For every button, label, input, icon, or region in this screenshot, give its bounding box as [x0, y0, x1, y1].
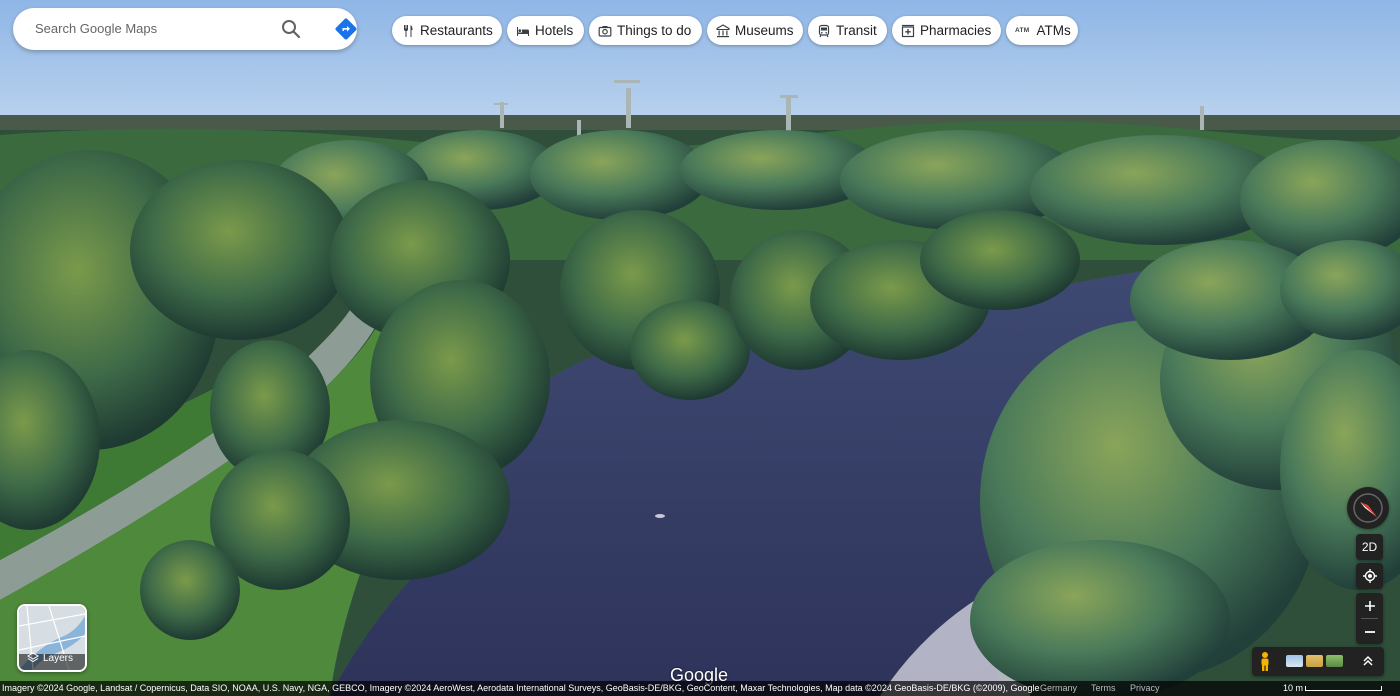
search-icon[interactable]: [279, 17, 303, 41]
museum-icon: [716, 23, 730, 37]
hotel-icon: [517, 26, 529, 36]
zoom-control: [1356, 593, 1383, 644]
layers-icon: [27, 652, 39, 663]
compass-icon: [1353, 493, 1383, 523]
transit-icon: [818, 24, 830, 37]
zoom-out-button[interactable]: [1356, 619, 1383, 644]
chip-hotels[interactable]: Hotels: [507, 16, 584, 45]
map-3d-view[interactable]: [0, 0, 1400, 696]
search-input[interactable]: Search Google Maps: [35, 21, 157, 36]
pegman-icon[interactable]: [1257, 651, 1273, 673]
chip-label: Transit: [836, 23, 877, 38]
chip-restaurants[interactable]: Restaurants: [392, 16, 502, 45]
atm-icon: ATM: [1015, 27, 1030, 34]
chip-label: Hotels: [535, 23, 574, 38]
privacy-link[interactable]: Privacy: [1130, 683, 1160, 693]
restaurant-icon: [404, 24, 413, 37]
search-box[interactable]: Search Google Maps: [13, 8, 357, 50]
map-type-terrain-thumbnail[interactable]: [1306, 655, 1323, 667]
chip-transit[interactable]: Transit: [808, 16, 887, 45]
chip-label: Things to do: [617, 23, 692, 38]
chevron-up-icon[interactable]: [1360, 653, 1376, 669]
zoom-in-button[interactable]: [1356, 593, 1383, 618]
terms-link[interactable]: Terms: [1091, 683, 1116, 693]
location-icon: [1362, 569, 1377, 583]
attribution-text: Imagery ©2024 Google, Landsat / Copernic…: [2, 683, 1040, 693]
chip-things-to-do[interactable]: Things to do: [589, 16, 702, 45]
scale-label[interactable]: 10 m: [1283, 683, 1303, 693]
chip-label: Museums: [735, 23, 794, 38]
my-location-button[interactable]: [1356, 563, 1383, 589]
bottom-tray: [1252, 647, 1384, 676]
compass-button[interactable]: [1347, 487, 1389, 529]
scale-bar: [1305, 686, 1382, 691]
chip-atms[interactable]: ATM ATMs: [1006, 16, 1078, 45]
attribution-bar: Imagery ©2024 Google, Landsat / Copernic…: [0, 681, 1400, 696]
pharmacy-icon: [901, 24, 915, 37]
chip-museums[interactable]: Museums: [707, 16, 803, 45]
country-link[interactable]: Germany: [1040, 683, 1077, 693]
directions-icon[interactable]: [333, 16, 359, 42]
minus-icon: [1364, 630, 1375, 633]
map-type-default-thumbnail[interactable]: [1286, 655, 1303, 667]
view-2d-toggle[interactable]: 2D: [1356, 534, 1383, 560]
plus-icon: [1364, 600, 1375, 611]
chip-label: ATMs: [1036, 23, 1071, 38]
chip-pharmacies[interactable]: Pharmacies: [892, 16, 1001, 45]
layers-button[interactable]: Layers: [17, 604, 87, 672]
map-type-satellite-thumbnail[interactable]: [1326, 655, 1343, 667]
layers-label: Layers: [43, 653, 74, 664]
camera-icon: [598, 25, 612, 37]
chip-label: Restaurants: [420, 23, 493, 38]
chip-label: Pharmacies: [920, 23, 992, 38]
